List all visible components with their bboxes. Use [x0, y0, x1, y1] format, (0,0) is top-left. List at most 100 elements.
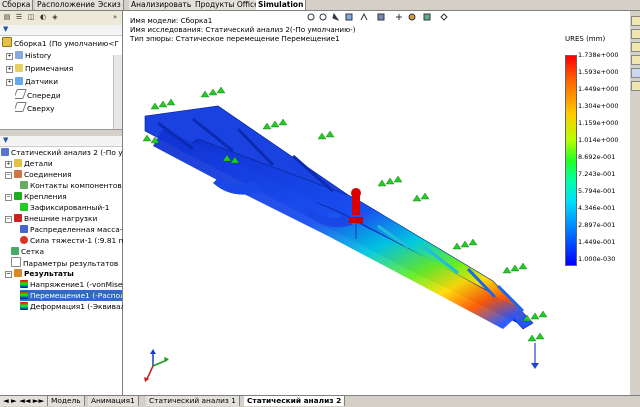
coordinate-triad-icon	[144, 349, 169, 382]
legend-value: 1.014e+000	[578, 136, 619, 144]
tree-item-label: Зафиксированный-1	[30, 203, 110, 212]
tree-item-label: Результаты	[24, 269, 74, 278]
view-palette-icon[interactable]	[631, 55, 640, 65]
annotations-icon	[15, 64, 23, 72]
study-item-connections[interactable]: − Соединения	[5, 169, 72, 180]
plane-icon	[15, 89, 27, 99]
tab-assembly[interactable]: Сборка	[0, 0, 34, 10]
result-options-icon	[11, 257, 21, 267]
study-filter-bar[interactable]: ▼	[0, 136, 122, 147]
property-manager-icon[interactable]: ☰	[14, 13, 24, 22]
feature-tree-icon[interactable]: ▤	[2, 13, 12, 22]
study-item-stress-plot[interactable]: Напряжение1 (-vonMises-	[20, 279, 129, 290]
plot-icon	[20, 280, 28, 288]
study-item-mesh[interactable]: Сетка	[11, 246, 44, 257]
study-item-results[interactable]: − Результаты	[5, 268, 74, 279]
study-item-distributed-mass[interactable]: Распределенная масса-1	[20, 224, 127, 235]
study-item-parts[interactable]: + Детали	[5, 158, 53, 169]
tree-item-label: Внешние нагрузки	[24, 214, 98, 223]
tree-item-history[interactable]: + History	[6, 50, 51, 61]
tab-layout[interactable]: Расположение	[35, 0, 98, 10]
expand-icon[interactable]: −	[5, 172, 12, 179]
tab-static-study-1[interactable]: Статический анализ 1	[146, 396, 240, 406]
study-root[interactable]: Статический анализ 2 (-По умо	[1, 147, 133, 158]
expand-icon[interactable]: −	[5, 194, 12, 201]
assembly-icon	[2, 37, 12, 47]
gravity-icon	[20, 236, 28, 244]
legend-value: 1.159e+000	[578, 119, 619, 127]
frame-main-beam	[153, 129, 523, 329]
study-tabs-bar: ◄ ► ◄◄ ►► Модель Анимация1 Статический а…	[0, 395, 640, 407]
legend-value: 8.692e-001	[578, 153, 616, 161]
sensors-icon	[15, 77, 23, 85]
fixed-geometry-icon	[20, 203, 28, 211]
expand-icon[interactable]: +	[6, 66, 13, 73]
tab-nav-buttons[interactable]: ◄ ► ◄◄ ►►	[0, 396, 49, 406]
file-explorer-icon[interactable]	[631, 42, 640, 52]
study-item-result-options[interactable]: Параметры результатов	[11, 257, 118, 268]
study-item-strain-plot[interactable]: Деформация1 (-Эквивале	[20, 301, 130, 312]
results-icon	[14, 269, 22, 277]
tree-item-label: Примечания	[25, 64, 74, 73]
tree-item-label: Напряжение1 (-vonMises-	[30, 280, 129, 289]
legend-value: 1.449e-001	[578, 238, 616, 246]
tree-item-front-plane[interactable]: Спереди	[15, 89, 61, 100]
tree-item-label: Соединения	[24, 170, 72, 179]
tree-item-label: Сетка	[21, 247, 45, 256]
tree-root[interactable]: Сборка1 (По умолчанию<Г	[2, 37, 119, 48]
custom-properties-icon[interactable]	[631, 81, 640, 91]
tree-item-label: Распределенная масса-1	[30, 225, 128, 234]
study-icon	[1, 148, 9, 156]
config-manager-icon[interactable]: ◫	[26, 13, 36, 22]
fixture-icon	[14, 192, 22, 200]
tree-scrollbar[interactable]	[113, 55, 122, 139]
study-item-contacts[interactable]: Контакты компонентов	[20, 180, 122, 191]
tree-item-label: Контакты компонентов	[30, 181, 122, 190]
tab-static-study-2[interactable]: Статический анализ 2	[244, 396, 346, 406]
display-manager-icon[interactable]: ◐	[38, 13, 48, 22]
tab-office-products[interactable]: Продукты Office	[193, 0, 262, 10]
model-3d-view[interactable]	[123, 11, 630, 394]
tree-item-top-plane[interactable]: Сверху	[15, 102, 55, 113]
appearances-icon[interactable]	[631, 68, 640, 78]
expand-icon[interactable]: +	[5, 161, 12, 168]
tab-model[interactable]: Модель	[48, 396, 85, 406]
connections-icon	[14, 170, 22, 178]
legend-color-bar	[565, 55, 577, 266]
graphics-area[interactable]: Имя модели: Сборка1 Имя исследования: Ст…	[123, 11, 630, 394]
expand-panel-icon[interactable]: »	[110, 13, 120, 22]
study-item-fixtures[interactable]: − Крепления	[5, 191, 67, 202]
tab-sketch[interactable]: Эскиз	[96, 0, 124, 10]
expand-icon[interactable]: +	[6, 53, 13, 60]
history-icon	[15, 51, 23, 59]
legend-value: 1.593e+000	[578, 68, 619, 76]
tree-item-label: Спереди	[27, 91, 61, 100]
expand-icon[interactable]: −	[5, 216, 12, 223]
study-root-label: Статический анализ 2 (-По умо	[11, 148, 133, 157]
gravity-arrow	[531, 343, 539, 369]
legend-value: 1.304e+000	[578, 102, 619, 110]
command-manager-tabs: Сборка Расположение Эскиз Анализировать …	[0, 0, 640, 11]
tab-simulation[interactable]: Simulation	[256, 0, 307, 10]
distributed-mass-icon	[20, 225, 28, 233]
filter-icon[interactable]: ▼	[3, 136, 8, 144]
filter-bar[interactable]: ▼	[0, 25, 122, 36]
tree-item-label: Сверху	[27, 104, 55, 113]
filter-icon[interactable]: ▼	[3, 25, 8, 33]
expand-icon[interactable]: −	[5, 271, 12, 278]
study-item-external-loads[interactable]: − Внешние нагрузки	[5, 213, 97, 224]
plot-icon	[20, 302, 28, 310]
tree-item-sensors[interactable]: + Датчики	[6, 76, 58, 87]
sim-manager-icon[interactable]: ◈	[50, 13, 60, 22]
expand-icon[interactable]: +	[6, 79, 13, 86]
tree-item-annotations[interactable]: + Примечания	[6, 63, 73, 74]
study-item-gravity[interactable]: Сила тяжести-1 (:9.81 m/s	[20, 235, 132, 246]
study-item-displacement-plot[interactable]: Перемещение1 (-Распол	[20, 290, 122, 301]
tree-item-label: Деформация1 (-Эквивале	[30, 302, 130, 311]
tab-evaluate[interactable]: Анализировать	[129, 0, 195, 10]
study-item-fixed-1[interactable]: Зафиксированный-1	[20, 202, 110, 213]
design-library-icon[interactable]	[631, 29, 640, 39]
resources-icon[interactable]	[631, 16, 640, 26]
legend-value: 1.000e-030	[578, 255, 616, 263]
tab-animation1[interactable]: Анимация1	[88, 396, 139, 406]
